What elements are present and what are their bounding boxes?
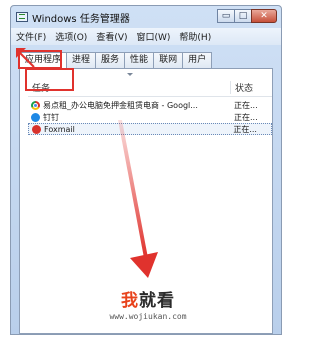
tab-processes[interactable]: 进程 xyxy=(66,52,97,68)
task-name: Foxmail xyxy=(44,124,75,134)
task-manager-icon xyxy=(16,12,28,22)
list-item[interactable]: 易点租_办公电脑免押金租赁电商 - Googl... 正在... xyxy=(28,99,272,111)
watermark-logo: 我就看 xyxy=(78,286,218,311)
annotation-small-arrow-icon xyxy=(16,48,35,68)
menu-help[interactable]: 帮助(H) xyxy=(179,30,211,43)
window-title: Windows 任务管理器 xyxy=(32,13,130,25)
close-button[interactable]: ✕ xyxy=(251,9,277,23)
task-name: 易点租_办公电脑免押金租赁电商 - Googl... xyxy=(43,100,198,110)
menu-bar: 文件(F) 选项(O) 查看(V) 窗口(W) 帮助(H) xyxy=(11,28,281,45)
status-column-header[interactable]: 状态 xyxy=(230,81,253,94)
window-controls: ▭ □ ✕ xyxy=(217,9,277,23)
task-status: 正在... xyxy=(234,112,258,122)
tab-performance[interactable]: 性能 xyxy=(124,52,155,68)
menu-window[interactable]: 窗口(W) xyxy=(137,30,171,43)
foxmail-icon xyxy=(32,124,41,134)
watermark-logo-rest: 就看 xyxy=(139,291,175,311)
tab-networking[interactable]: 联网 xyxy=(153,52,184,68)
task-status: 正在... xyxy=(233,124,257,134)
watermark-logo-first: 我 xyxy=(121,291,139,311)
maximize-button[interactable]: □ xyxy=(234,9,252,23)
title-bar[interactable]: Windows 任务管理器 ▭ □ ✕ xyxy=(11,6,281,28)
watermark-url: www.wojiukan.com xyxy=(109,312,187,321)
sort-indicator-icon xyxy=(127,73,133,76)
minimize-button[interactable]: ▭ xyxy=(217,9,235,23)
annotation-large-arrow-icon xyxy=(118,120,158,278)
tab-users[interactable]: 用户 xyxy=(182,52,213,68)
dingtalk-icon xyxy=(31,112,40,122)
menu-options[interactable]: 选项(O) xyxy=(55,30,87,43)
menu-view[interactable]: 查看(V) xyxy=(96,30,127,43)
task-name-cell: 易点租_办公电脑免押金租赁电商 - Googl... xyxy=(28,100,230,111)
task-name: 钉钉 xyxy=(43,112,59,122)
site-watermark: 我就看 www.wojiukan.com xyxy=(78,286,218,321)
chrome-icon xyxy=(31,100,40,110)
task-status: 正在... xyxy=(234,100,258,110)
tab-services[interactable]: 服务 xyxy=(95,52,126,68)
menu-file[interactable]: 文件(F) xyxy=(16,30,46,43)
